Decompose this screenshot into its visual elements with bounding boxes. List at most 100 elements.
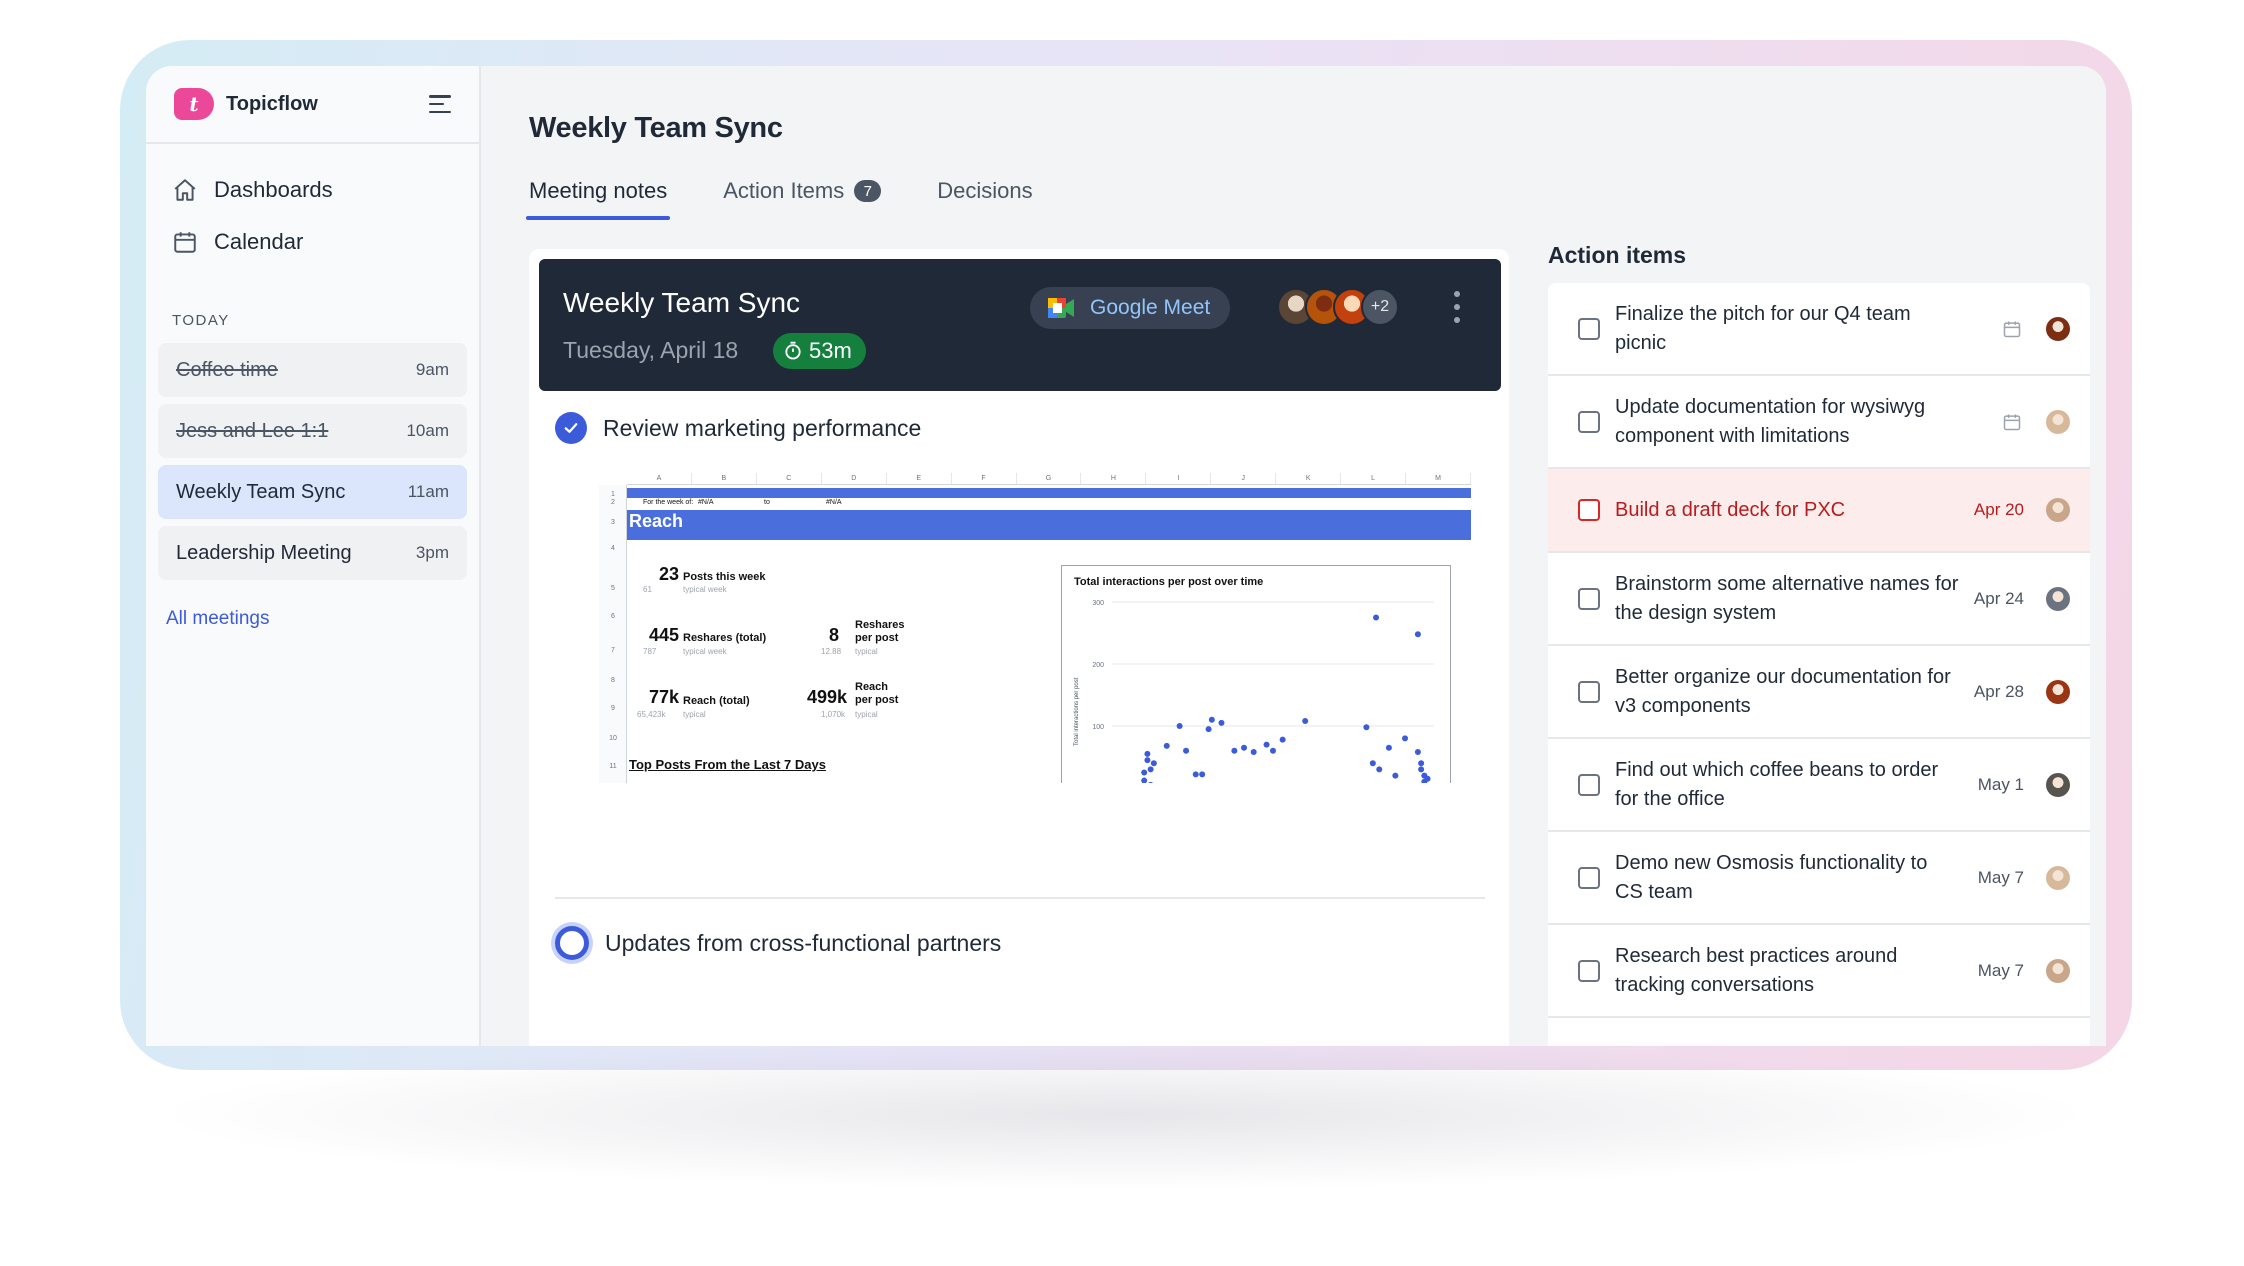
kpi-typical-label: typical week <box>683 585 727 594</box>
sheet-row-header: 9 <box>611 705 615 712</box>
sheet-column-header: I <box>1146 473 1212 484</box>
nav-item-label: Calendar <box>214 229 304 254</box>
due-date-calendar-icon[interactable] <box>2002 412 2022 432</box>
scatter-point <box>1424 775 1431 782</box>
assignee-avatar[interactable] <box>2046 958 2070 983</box>
assignee-avatar[interactable] <box>2046 316 2070 341</box>
scatter-plot-svg: 3002001000Total interactions per post <box>1074 600 1434 783</box>
action-item-checkbox[interactable] <box>1578 959 1600 982</box>
nav-item-calendar[interactable]: Calendar <box>172 216 453 268</box>
action-item-text: Demo new Osmosis functionality to CS tea… <box>1615 851 1928 903</box>
action-item-due-date: Apr 24 <box>1973 588 2024 608</box>
scatter-point <box>1163 742 1170 749</box>
unchecked-circle-icon[interactable] <box>555 926 589 960</box>
meeting-time: 9am <box>415 360 449 379</box>
topic-item[interactable]: Updates from cross-functional partners <box>555 926 1001 960</box>
google-meet-button[interactable]: Google Meet <box>1030 287 1231 329</box>
meeting-title: Jess and Lee 1:1 <box>176 419 329 442</box>
kpi-typical-label: typical <box>683 710 706 719</box>
sheet-row-header: 8 <box>611 677 615 684</box>
action-item-row[interactable]: Build a draft deck for PXC Apr 20 <box>1548 469 2090 553</box>
nav-item-dashboards[interactable]: Dashboards <box>172 164 453 216</box>
meeting-header-date: Tuesday, April 18 <box>563 337 739 363</box>
sheet-header-band <box>627 488 1471 498</box>
action-item-checkbox[interactable] <box>1578 866 1600 889</box>
menu-icon[interactable] <box>429 95 451 113</box>
scatter-point <box>1414 749 1421 756</box>
embedded-spreadsheet[interactable]: ABCDEFGHIJKLM 123456789101112 For the we… <box>599 473 1471 783</box>
action-item-checkbox[interactable] <box>1578 317 1600 340</box>
sheet-column-header: C <box>757 473 822 484</box>
sheet-column-header: M <box>1406 473 1471 484</box>
assignee-avatar[interactable] <box>2046 679 2070 704</box>
action-item-checkbox[interactable] <box>1578 680 1600 703</box>
sheet-column-header: E <box>887 473 952 484</box>
scatter-point <box>1144 750 1151 757</box>
kpi-typical: 65,423k <box>637 710 666 719</box>
more-options-icon[interactable] <box>1453 291 1461 323</box>
all-meetings-link[interactable]: All meetings <box>166 608 479 630</box>
assignee-avatar[interactable] <box>2046 409 2070 434</box>
sheet-column-header: H <box>1081 473 1147 484</box>
y-tick-label: 200 <box>1092 662 1104 669</box>
sheet-column-header: K <box>1276 473 1342 484</box>
sheet-column-headers: ABCDEFGHIJKLM <box>627 473 1471 485</box>
assignee-avatar[interactable] <box>2046 865 2070 890</box>
action-item-row[interactable]: Finalize the pitch for our Q4 team picni… <box>1548 283 2090 376</box>
due-date-calendar-icon[interactable] <box>2002 319 2022 339</box>
sidebar: t Topicflow Dashboards Calendar TODAY Co… <box>146 66 481 1046</box>
meeting-item[interactable]: Leadership Meeting 3pm <box>158 526 467 580</box>
action-item-row[interactable]: Better organize our documentation for v3… <box>1548 646 2090 739</box>
kpi-label: Posts this week <box>683 571 766 583</box>
calendar-icon <box>174 232 196 253</box>
action-item-due-date: Apr 28 <box>1973 681 2024 701</box>
scatter-point <box>1373 614 1380 621</box>
sheet-row-header: 7 <box>611 647 615 654</box>
action-item-due-date: May 1 <box>1977 774 2024 794</box>
brand-bar: t Topicflow <box>146 66 479 144</box>
meeting-item-active[interactable]: Weekly Team Sync 11am <box>158 465 467 519</box>
tab-action-items[interactable]: Action Items 7 <box>723 178 882 220</box>
tab-bar: Meeting notes Action Items 7 Decisions <box>525 178 1089 220</box>
assignee-avatar[interactable] <box>2046 498 2070 522</box>
sheet-row-header: 6 <box>611 613 615 620</box>
app-name: Topicflow <box>226 92 318 115</box>
action-item-row[interactable]: Demo new Osmosis functionality to CS tea… <box>1548 832 2090 925</box>
section-label-today: TODAY <box>172 312 230 329</box>
tab-meeting-notes[interactable]: Meeting notes <box>525 178 671 220</box>
meeting-time: 10am <box>406 421 449 440</box>
action-item-row[interactable]: Brainstorm some alternative names for th… <box>1548 553 2090 646</box>
action-item-row[interactable]: Update documentation for wysiwyg compone… <box>1548 376 2090 469</box>
action-item-row[interactable]: Find out which coffee beans to order for… <box>1548 739 2090 832</box>
y-axis-label: Total interactions per post <box>1074 677 1080 746</box>
checked-circle-icon[interactable] <box>555 412 587 444</box>
assignee-avatar[interactable] <box>2046 586 2070 611</box>
action-item-checkbox[interactable] <box>1578 587 1600 610</box>
meeting-time: 11am <box>407 482 449 501</box>
tab-decisions[interactable]: Decisions <box>937 178 1032 220</box>
duration-text: 53m <box>809 338 852 363</box>
topicflow-logo-icon[interactable]: t <box>174 88 214 120</box>
scatter-point <box>1369 760 1376 767</box>
y-tick-label: 100 <box>1092 724 1104 731</box>
action-item-row[interactable]: Research best practices around tracking … <box>1548 925 2090 1018</box>
action-item-row[interactable]: Draft a spec for v3 of the <box>1548 1018 2090 1046</box>
meeting-time: 3pm <box>415 543 449 562</box>
kpi-typical: 12.88 <box>821 647 842 656</box>
action-item-checkbox[interactable] <box>1578 499 1600 521</box>
assignee-avatar[interactable] <box>2046 772 2070 797</box>
home-icon <box>174 179 196 201</box>
meeting-item[interactable]: Jess and Lee 1:1 10am <box>158 404 467 458</box>
sheet-week-row: For the week of: #N/A to #N/A <box>643 499 842 506</box>
scatter-point <box>1414 631 1421 638</box>
scatter-point <box>1270 747 1276 754</box>
scatter-point <box>1392 772 1399 779</box>
google-meet-label: Google Meet <box>1090 296 1211 319</box>
topic-item[interactable]: Review marketing performance <box>555 412 921 444</box>
duration-badge: 53m <box>773 333 866 369</box>
action-item-checkbox[interactable] <box>1578 773 1600 796</box>
sheet-row-header: 4 <box>611 545 615 552</box>
action-item-checkbox[interactable] <box>1578 410 1600 433</box>
meeting-item[interactable]: Coffee time 9am <box>158 343 467 397</box>
attendee-avatars[interactable]: +2 <box>1277 288 1399 326</box>
